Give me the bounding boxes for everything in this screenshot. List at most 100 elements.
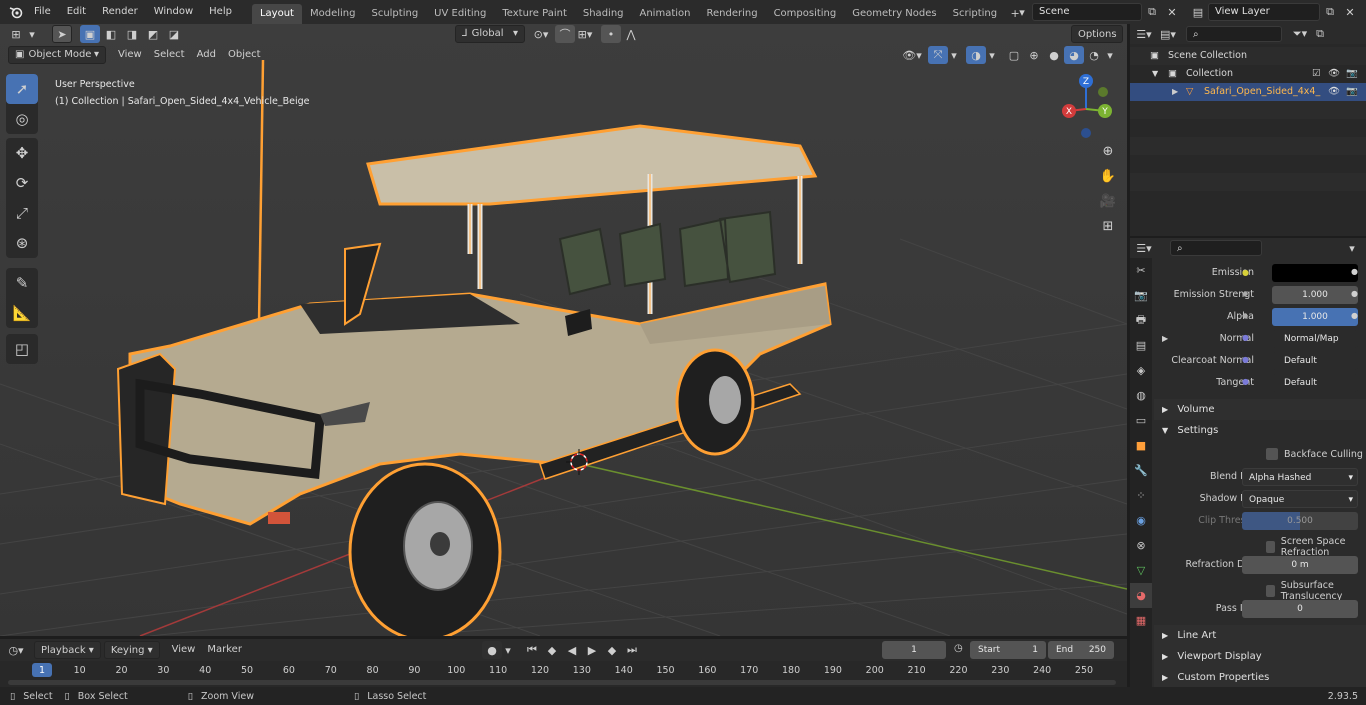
overlays-toggle-icon[interactable]: ◑ — [966, 46, 986, 64]
render-camera-icon[interactable]: 📷 — [1346, 65, 1358, 83]
frame-ruler[interactable]: 1 10 20 30 40 50 60 70 80 90 100 110 120 130 140 150 160… — [0, 661, 1127, 687]
3d-viewport[interactable]: ⊞ ▾ ➤ ▣ ◧ ◨ ◩ ◪ ⅃ Global ▾ ⊙▾ ⌒ ⊞▾ • ⋀ O… — [0, 24, 1127, 636]
tool-tab-icon[interactable]: ✂ — [1130, 258, 1152, 283]
new-scene-icon[interactable]: ⧉ — [1142, 3, 1162, 21]
record-chevron-icon[interactable]: ▾ — [502, 641, 514, 659]
display-mode-icon[interactable]: ▤▾ — [1158, 25, 1178, 43]
prev-keyframe-icon[interactable]: ◆ — [542, 641, 562, 659]
outliner-editor-icon[interactable]: ☰▾ — [1134, 25, 1154, 43]
subsurface-checkbox[interactable] — [1266, 585, 1275, 597]
viewport-display-panel-header[interactable]: ▶ Viewport Display — [1154, 646, 1366, 667]
playback-menu[interactable]: Playback ▾ — [34, 641, 101, 659]
outliner-row-object[interactable]: ▶ ▽ Safari_Open_Sided_4x4_ 👁 📷 — [1130, 83, 1366, 101]
scene-icon[interactable]: ▾ — [1012, 3, 1032, 21]
outliner-row-scene-collection[interactable]: ▣ Scene Collection — [1130, 47, 1366, 65]
backface-culling-checkbox[interactable] — [1266, 448, 1278, 460]
play-reverse-icon[interactable]: ◀ — [562, 641, 582, 659]
select-new-icon[interactable]: ▣ — [80, 25, 100, 43]
keyframe-dot-icon[interactable]: ● — [1351, 311, 1358, 320]
outliner-row-collection[interactable]: ▼ ▣ Collection ☑ 👁 📷 — [1130, 65, 1366, 83]
timeline-editor-icon[interactable]: ◷▾ — [6, 641, 26, 659]
ortho-grid-icon[interactable]: ⊞ — [1097, 215, 1119, 237]
menu-edit[interactable]: Edit — [59, 0, 94, 24]
play-icon[interactable]: ▶ — [582, 641, 602, 659]
shading-material-icon[interactable]: ◕ — [1064, 46, 1084, 64]
editor-type-icon[interactable]: ⊞ — [6, 25, 26, 43]
pan-hand-icon[interactable]: ✋ — [1097, 165, 1119, 187]
shading-wireframe-icon[interactable]: ⊕ — [1024, 46, 1044, 64]
overlays-chevron-icon[interactable]: ▾ — [986, 46, 998, 64]
constraints-tab-icon[interactable]: ⊗ — [1130, 533, 1152, 558]
render-camera-icon[interactable]: 📷 — [1346, 83, 1358, 101]
select-box-tool-icon[interactable]: ➚ — [6, 74, 38, 104]
shading-solid-icon[interactable]: ● — [1044, 46, 1064, 64]
settings-panel-header[interactable]: ▼ Settings — [1154, 420, 1366, 441]
exclude-checkbox-icon[interactable]: ☑ — [1312, 65, 1321, 83]
clearcoat-normal-field[interactable]: Default — [1272, 352, 1358, 370]
pass-index-field[interactable]: 0 — [1242, 600, 1358, 618]
menu-select[interactable]: Select — [148, 46, 191, 64]
data-tab-icon[interactable]: ▽ — [1130, 558, 1152, 583]
visibility-eye-icon[interactable]: 👁 — [1328, 65, 1340, 83]
select-extend-icon[interactable]: ◧ — [101, 25, 121, 43]
modifier-tab-icon[interactable]: 🔧 — [1130, 458, 1152, 483]
preview-range-clock-icon[interactable]: ◷ — [954, 643, 963, 654]
rotate-tool-icon[interactable]: ⟳ — [6, 168, 38, 198]
particles-tab-icon[interactable]: ⁘ — [1130, 483, 1152, 508]
menu-timeline-view[interactable]: View — [166, 641, 202, 659]
transform-tool-icon[interactable]: ⊛ — [6, 228, 38, 258]
new-view-layer-icon[interactable]: ⧉ — [1320, 3, 1340, 21]
scale-tool-icon[interactable]: ⤢ — [6, 198, 38, 228]
select-subtract-icon[interactable]: ◨ — [122, 25, 142, 43]
normal-link-field[interactable]: Normal/Map — [1272, 330, 1358, 348]
cursor-tool-icon[interactable]: ◎ — [6, 104, 38, 134]
tab-geometry-nodes[interactable]: Geometry Nodes — [844, 4, 944, 24]
new-collection-icon[interactable]: ⧉ — [1310, 25, 1330, 43]
shadow-mode-dropdown[interactable]: Opaque ▾ — [1242, 490, 1358, 508]
expand-chevron-icon[interactable]: ▼ — [1152, 65, 1158, 83]
zoom-icon[interactable]: ⊕ — [1097, 140, 1119, 162]
clip-threshold-slider[interactable]: 0.500 — [1242, 512, 1358, 530]
physics-tab-icon[interactable]: ◉ — [1130, 508, 1152, 533]
xray-toggle-icon[interactable]: ▢ — [1004, 46, 1024, 64]
refraction-depth-field[interactable]: 0 m — [1242, 556, 1358, 574]
outliner-search-input[interactable]: ⌕ — [1186, 26, 1282, 42]
keyframe-dot-icon[interactable]: ● — [1351, 289, 1358, 298]
scene-tab-icon[interactable]: ◈ — [1130, 358, 1152, 383]
alpha-field[interactable]: 1.000 — [1272, 308, 1358, 326]
move-tool-icon[interactable]: ✥ — [6, 138, 38, 168]
record-icon[interactable]: ● — [482, 641, 502, 659]
visibility-eye-icon[interactable]: 👁 — [1328, 83, 1340, 101]
end-frame-field[interactable]: End 250 — [1048, 641, 1114, 659]
scene-name-field[interactable]: Scene — [1032, 3, 1142, 21]
collection-tab-icon[interactable]: ▭ — [1130, 408, 1152, 433]
properties-options-icon[interactable]: ▾ — [1342, 239, 1362, 257]
jump-end-icon[interactable]: ⏭ — [622, 641, 642, 659]
current-frame-field[interactable]: 1 — [882, 641, 946, 659]
proportional-edit-icon[interactable]: • — [601, 25, 621, 43]
delete-view-layer-icon[interactable]: ✕ — [1340, 3, 1360, 21]
custom-properties-panel-header[interactable]: ▶ Custom Properties — [1154, 667, 1366, 688]
menu-view[interactable]: View — [112, 46, 148, 64]
blend-mode-dropdown[interactable]: Alpha Hashed ▾ — [1242, 468, 1358, 486]
delete-scene-icon[interactable]: ✕ — [1162, 3, 1182, 21]
shading-rendered-icon[interactable]: ◔ — [1084, 46, 1104, 64]
gizmo-toggle-icon[interactable]: ⤧ — [928, 46, 948, 64]
tool-settings-chevron-icon[interactable]: ▾ — [26, 25, 38, 43]
tab-modeling[interactable]: Modeling — [302, 4, 364, 24]
menu-object[interactable]: Object — [222, 46, 267, 64]
output-tab-icon[interactable]: 🖶 — [1130, 308, 1152, 333]
tangent-field[interactable]: Default — [1272, 374, 1358, 392]
tab-shading[interactable]: Shading — [575, 4, 632, 24]
next-keyframe-icon[interactable]: ◆ — [602, 641, 622, 659]
mode-dropdown[interactable]: ▣ Object Mode ▾ — [8, 46, 106, 64]
menu-file[interactable]: File — [26, 0, 59, 24]
tab-texture-paint[interactable]: Texture Paint — [494, 4, 575, 24]
object-tab-icon[interactable]: ■ — [1130, 433, 1152, 458]
pivot-point-icon[interactable]: ⊙▾ — [531, 25, 551, 43]
view-layer-tab-icon[interactable]: ▤ — [1130, 333, 1152, 358]
filter-icon[interactable]: ⏷▾ — [1290, 25, 1310, 43]
tab-scripting[interactable]: Scripting — [945, 4, 1005, 24]
select-tool-icon[interactable]: ➤ — [52, 25, 72, 43]
select-invert-icon[interactable]: ◩ — [143, 25, 163, 43]
